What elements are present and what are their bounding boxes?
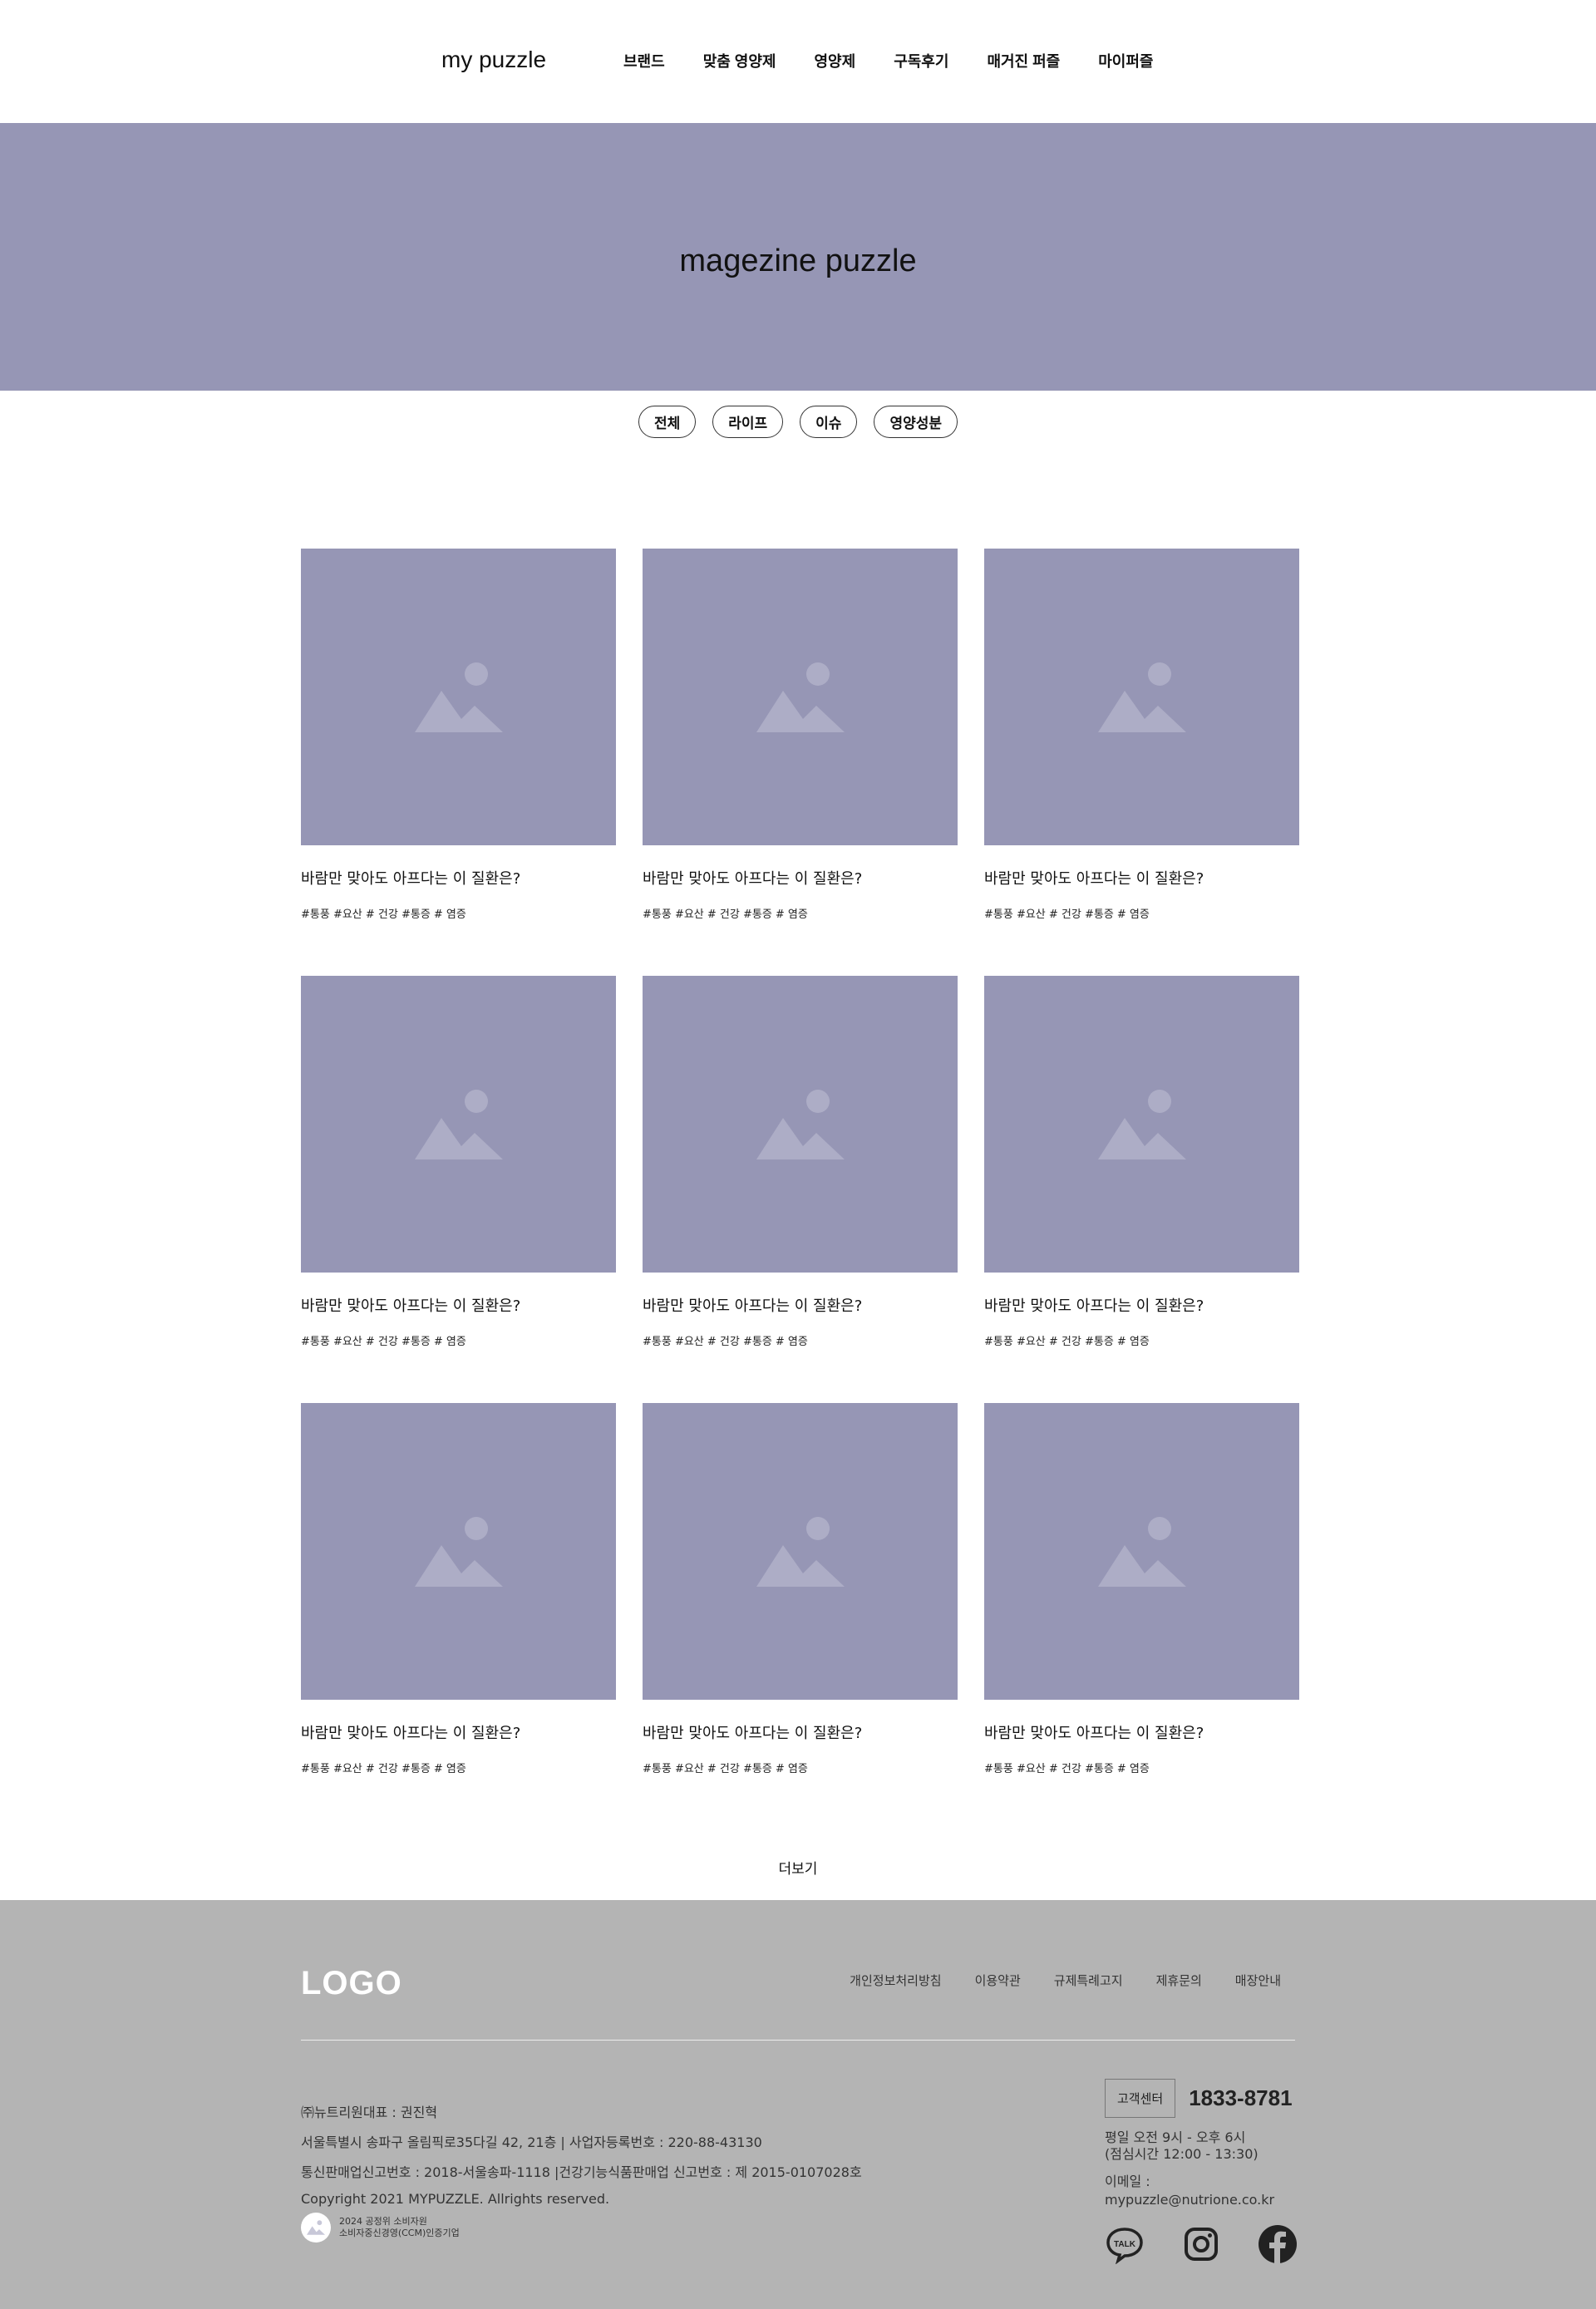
nav-reviews[interactable]: 구독후기 [894, 50, 948, 71]
article-grid: 바람만 맞아도 아프다는 이 질환은? #통풍 #요산 # 건강 #통증 # 염… [301, 549, 1300, 1830]
instagram-icon[interactable] [1181, 2224, 1221, 2264]
copyright: Copyright 2021 MYPUZZLE. Allrights reser… [301, 2191, 610, 2207]
site-footer: LOGO 개인정보처리방침 이용약관 규제특례고지 제휴문의 매장안내 ㈜뉴트리… [0, 1900, 1596, 2309]
image-placeholder-icon [415, 1090, 503, 1159]
hours-weekday: 평일 오전 9시 - 오후 6시 [1105, 2129, 1246, 2145]
filter-life[interactable]: 라이프 [712, 406, 784, 438]
article-title[interactable]: 바람만 맞아도 아프다는 이 질환은? [301, 867, 616, 889]
article-tags: #통풍 #요산 # 건강 #통증 # 염증 [984, 1763, 1150, 1775]
footer-link-regulation[interactable]: 규제특례고지 [1054, 1972, 1123, 1989]
image-placeholder-icon [1098, 662, 1186, 732]
footer-links: 개인정보처리방침 이용약관 규제특례고지 제휴문의 매장안내 [850, 1972, 1281, 1989]
article-card[interactable]: 바람만 맞아도 아프다는 이 질환은? #통풍 #요산 # 건강 #통증 # 염… [301, 976, 616, 1403]
article-title[interactable]: 바람만 맞아도 아프다는 이 질환은? [643, 1294, 958, 1316]
article-thumbnail[interactable] [643, 1403, 958, 1700]
facebook-icon[interactable] [1258, 2224, 1298, 2264]
article-card[interactable]: 바람만 맞아도 아프다는 이 질환은? #통풍 #요산 # 건강 #통증 # 염… [643, 549, 958, 976]
article-tags: #통풍 #요산 # 건강 #통증 # 염증 [301, 1336, 466, 1348]
article-thumbnail[interactable] [984, 549, 1299, 845]
article-card[interactable]: 바람만 맞아도 아프다는 이 질환은? #통풍 #요산 # 건강 #통증 # 염… [643, 1403, 958, 1830]
article-card[interactable]: 바람만 맞아도 아프다는 이 질환은? #통풍 #요산 # 건강 #통증 # 염… [301, 549, 616, 976]
nav-magazine[interactable]: 매거진 퍼즐 [987, 50, 1060, 71]
article-thumbnail[interactable] [301, 549, 616, 845]
article-tags: #통풍 #요산 # 건강 #통증 # 염증 [984, 1336, 1150, 1348]
image-placeholder-icon [415, 1517, 503, 1587]
article-thumbnail[interactable] [984, 976, 1299, 1273]
nav-brand[interactable]: 브랜드 [623, 50, 665, 71]
footer-divider [301, 2040, 1295, 2041]
company-license: 통신판매업신고번호 : 2018-서울송파-1118 |건강기능식품판매업 신고… [301, 2164, 862, 2180]
site-logo[interactable]: my puzzle [441, 47, 546, 73]
image-placeholder-icon [756, 662, 845, 732]
filter-all[interactable]: 전체 [638, 406, 697, 438]
article-tags: #통풍 #요산 # 건강 #통증 # 염증 [643, 1763, 808, 1775]
article-thumbnail[interactable] [301, 1403, 616, 1700]
company-info: ㈜뉴트리원대표 : 권진혁 서울특별시 송파구 올림픽로35다길 42, 21층… [301, 2101, 862, 2217]
article-tags: #통풍 #요산 # 건강 #통증 # 염증 [643, 1336, 808, 1348]
customer-phone: 1833-8781 [1189, 2085, 1293, 2110]
article-thumbnail[interactable] [984, 1403, 1299, 1700]
hours-lunch: (점심시간 12:00 - 13:30) [1105, 2146, 1259, 2162]
company-ceo: ㈜뉴트리원대표 : 권진혁 [301, 2105, 438, 2120]
kakaotalk-icon[interactable]: TALK [1105, 2224, 1145, 2265]
article-title[interactable]: 바람만 맞아도 아프다는 이 질환은? [301, 1721, 616, 1743]
article-card[interactable]: 바람만 맞아도 아프다는 이 질환은? #통풍 #요산 # 건강 #통증 # 염… [301, 1403, 616, 1830]
business-hours: 평일 오전 9시 - 오후 6시 (점심시간 12:00 - 13:30) [1105, 2129, 1293, 2163]
email-label: 이메일 : [1105, 2174, 1150, 2189]
article-thumbnail[interactable] [643, 976, 958, 1273]
footer-link-partnership[interactable]: 제휴문의 [1156, 1972, 1202, 1989]
image-placeholder-icon [415, 662, 503, 732]
contact-email: 이메일 : mypuzzle@nutrione.co.kr [1105, 2173, 1293, 2209]
footer-link-privacy[interactable]: 개인정보처리방침 [850, 1972, 941, 1989]
article-thumbnail[interactable] [301, 976, 616, 1273]
article-title[interactable]: 바람만 맞아도 아프다는 이 질환은? [984, 1294, 1299, 1316]
article-title[interactable]: 바람만 맞아도 아프다는 이 질환은? [301, 1294, 616, 1316]
customer-service: 고객센터 1833-8781 평일 오전 9시 - 오후 6시 (점심시간 12… [1105, 2079, 1293, 2209]
nav-my-puzzle[interactable]: 마이퍼즐 [1098, 50, 1153, 71]
site-header: my puzzle 브랜드 맞춤 영양제 영양제 구독후기 매거진 퍼즐 마이퍼… [0, 0, 1596, 123]
image-placeholder-icon [1098, 1517, 1186, 1587]
social-links: TALK [1105, 2224, 1298, 2265]
ccm-badge-icon [301, 2213, 331, 2243]
svg-text:TALK: TALK [1114, 2240, 1136, 2249]
article-tags: #통풍 #요산 # 건강 #통증 # 염증 [643, 908, 808, 921]
nav-supplements[interactable]: 영양제 [815, 50, 856, 71]
ccm-line-2: 소비자중신경영(CCM)인증기업 [339, 2228, 460, 2238]
page-title: magezine puzzle [679, 243, 917, 278]
footer-logo[interactable]: LOGO [301, 1965, 402, 2002]
customer-center-button[interactable]: 고객센터 [1105, 2079, 1176, 2118]
image-placeholder-icon [756, 1090, 845, 1159]
article-title[interactable]: 바람만 맞아도 아프다는 이 질환은? [643, 1721, 958, 1743]
article-tags: #통풍 #요산 # 건강 #통증 # 염증 [301, 1763, 466, 1775]
article-tags: #통풍 #요산 # 건강 #통증 # 염증 [984, 908, 1150, 921]
ccm-certification: 2024 공정위 소비자원 소비자중신경영(CCM)인증기업 [301, 2213, 460, 2243]
footer-link-terms[interactable]: 이용약관 [975, 1972, 1021, 1989]
filter-issue[interactable]: 이슈 [800, 406, 858, 438]
article-card[interactable]: 바람만 맞아도 아프다는 이 질환은? #통풍 #요산 # 건강 #통증 # 염… [643, 976, 958, 1403]
load-more-button[interactable]: 더보기 [0, 1857, 1596, 1878]
article-card[interactable]: 바람만 맞아도 아프다는 이 질환은? #통풍 #요산 # 건강 #통증 # 염… [984, 1403, 1299, 1830]
article-card[interactable]: 바람만 맞아도 아프다는 이 질환은? #통풍 #요산 # 건강 #통증 # 염… [984, 976, 1299, 1403]
main-nav: 브랜드 맞춤 영양제 영양제 구독후기 매거진 퍼즐 마이퍼즐 [623, 50, 1154, 71]
footer-link-stores[interactable]: 매장안내 [1235, 1972, 1281, 1989]
article-card[interactable]: 바람만 맞아도 아프다는 이 질환은? #통풍 #요산 # 건강 #통증 # 염… [984, 549, 1299, 976]
email-address[interactable]: mypuzzle@nutrione.co.kr [1105, 2191, 1293, 2209]
article-thumbnail[interactable] [643, 549, 958, 845]
article-title[interactable]: 바람만 맞아도 아프다는 이 질환은? [984, 867, 1299, 889]
ccm-line-1: 2024 공정위 소비자원 [339, 2216, 427, 2227]
filter-nutrients[interactable]: 영양성분 [874, 406, 958, 438]
company-address: 서울특별시 송파구 올림픽로35다길 42, 21층 | 사업자등록번호 : 2… [301, 2134, 762, 2150]
article-title[interactable]: 바람만 맞아도 아프다는 이 질환은? [643, 867, 958, 889]
category-filters: 전체 라이프 이슈 영양성분 [0, 406, 1596, 438]
article-tags: #통풍 #요산 # 건강 #통증 # 염증 [301, 908, 466, 921]
nav-custom-supplements[interactable]: 맞춤 영양제 [703, 50, 776, 71]
hero-banner: magezine puzzle [0, 123, 1596, 391]
article-title[interactable]: 바람만 맞아도 아프다는 이 질환은? [984, 1721, 1299, 1743]
image-placeholder-icon [756, 1517, 845, 1587]
image-placeholder-icon [1098, 1090, 1186, 1159]
